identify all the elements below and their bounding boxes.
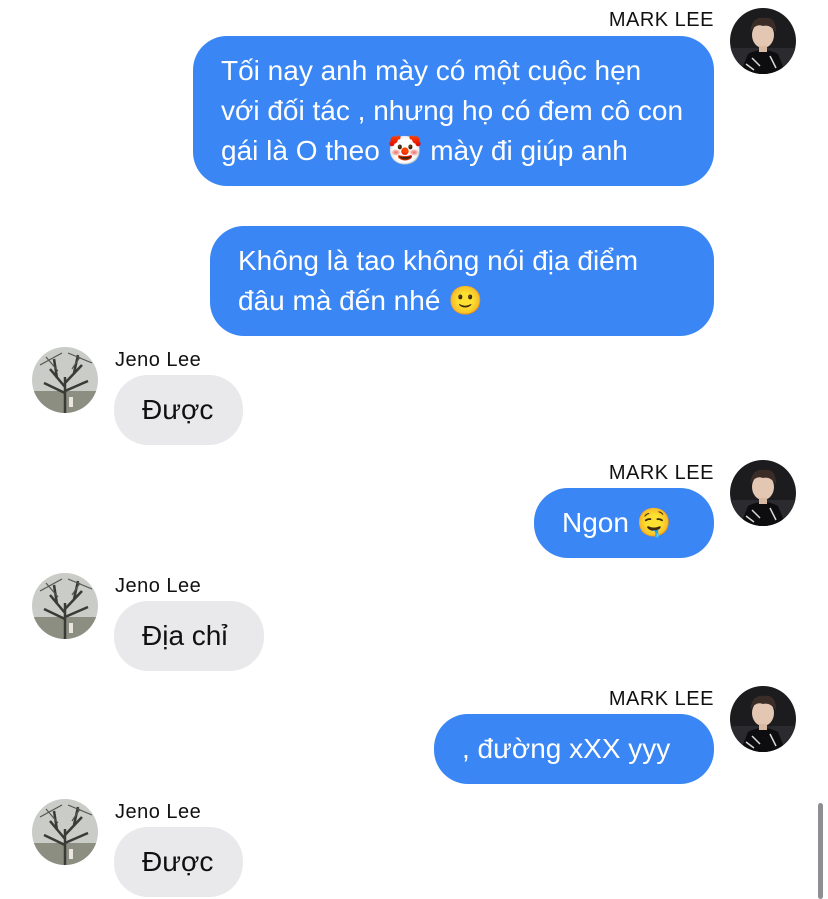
message-bubble[interactable]: Không là tao không nói địa điểm đâu mà đ… xyxy=(210,226,714,336)
message-text: Địa chỉ xyxy=(142,620,228,651)
message-bubble[interactable]: , đường xXX yyy xyxy=(434,714,714,784)
message-bubble[interactable]: Ngon 🤤 xyxy=(534,488,714,558)
sender-name: MARK LEE xyxy=(608,462,714,484)
message-bubble[interactable]: Tối nay anh mày có một cuộc hẹn với đối … xyxy=(193,36,714,186)
avatar[interactable] xyxy=(32,799,98,865)
scrollbar[interactable] xyxy=(818,803,823,899)
avatar[interactable] xyxy=(730,460,796,526)
message-bubble[interactable]: Địa chỉ xyxy=(114,601,264,671)
profile-photo-icon xyxy=(32,347,98,413)
avatar[interactable] xyxy=(730,686,796,752)
message-text: Ngon 🤤 xyxy=(562,507,672,538)
sender-name: Jeno Lee xyxy=(115,349,202,371)
sender-name: Jeno Lee xyxy=(115,575,202,597)
message-bubble[interactable]: Được xyxy=(114,827,243,897)
profile-photo-icon xyxy=(730,460,796,526)
profile-photo-icon xyxy=(730,8,796,74)
message-text: Được xyxy=(142,394,214,425)
avatar[interactable] xyxy=(730,8,796,74)
message-text: Tối nay anh mày có một cuộc hẹn với đối … xyxy=(221,55,684,166)
profile-photo-icon xyxy=(32,573,98,639)
message-text: , đường xXX yyy xyxy=(462,733,671,764)
avatar[interactable] xyxy=(32,347,98,413)
profile-photo-icon xyxy=(32,799,98,865)
message-text: Được xyxy=(142,846,214,877)
message-text: Không là tao không nói địa điểm đâu mà đ… xyxy=(238,245,639,316)
avatar[interactable] xyxy=(32,573,98,639)
sender-name: Jeno Lee xyxy=(115,801,202,823)
sender-name: MARK LEE xyxy=(608,688,714,710)
message-bubble[interactable]: Được xyxy=(114,375,243,445)
sender-name: MARK LEE xyxy=(608,9,714,31)
profile-photo-icon xyxy=(730,686,796,752)
